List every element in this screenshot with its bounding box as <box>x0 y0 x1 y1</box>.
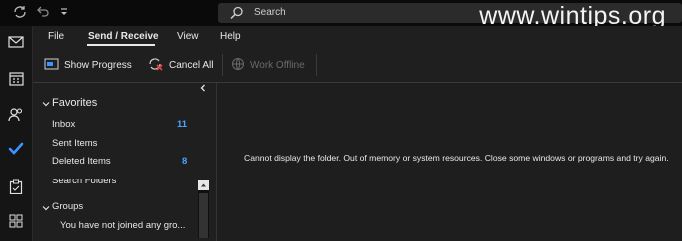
calendar-icon[interactable] <box>6 68 26 88</box>
deleted-unread-count: 8 <box>182 156 188 167</box>
tasks-check-icon[interactable] <box>6 139 26 159</box>
tab-help[interactable]: Help <box>220 31 241 42</box>
favorites-header[interactable]: Favorites <box>52 97 97 109</box>
quick-access-dropdown-icon[interactable] <box>59 7 69 20</box>
clipboard-icon[interactable] <box>6 176 26 196</box>
ribbon-separator <box>222 54 223 76</box>
active-tab-indicator <box>87 44 155 46</box>
cancel-all-button[interactable]: Cancel All <box>148 56 213 74</box>
mail-icon[interactable] <box>6 32 26 52</box>
scroll-thumb[interactable] <box>199 193 208 238</box>
tab-view[interactable]: View <box>177 31 199 42</box>
scroll-up-button[interactable] <box>198 180 209 190</box>
tab-send-receive[interactable]: Send / Receive <box>88 31 159 42</box>
inbox-unread-count: 11 <box>177 119 188 130</box>
work-offline-button[interactable]: Work Offline <box>231 56 305 74</box>
folder-inbox[interactable]: Inbox <box>52 119 75 130</box>
people-icon[interactable] <box>6 104 26 124</box>
globe-icon <box>231 57 245 74</box>
show-progress-button[interactable]: Show Progress <box>44 56 132 74</box>
collapse-pane-icon[interactable] <box>199 84 207 95</box>
folder-search-folders[interactable]: Search Folders <box>52 179 116 186</box>
search-icon <box>230 6 244 23</box>
groups-empty-message: You have not joined any gro... <box>60 220 186 231</box>
cancel-all-label: Cancel All <box>169 59 214 71</box>
undo-icon[interactable] <box>36 5 50 22</box>
show-progress-icon <box>44 58 59 73</box>
tab-file[interactable]: File <box>48 31 64 42</box>
ribbon-separator <box>316 54 317 76</box>
chevron-down-icon[interactable] <box>42 204 50 215</box>
show-progress-label: Show Progress <box>64 59 132 71</box>
error-message: Cannot display the folder. Out of memory… <box>244 153 669 163</box>
search-placeholder: Search <box>254 7 286 18</box>
work-offline-label: Work Offline <box>250 59 305 71</box>
groups-header[interactable]: Groups <box>52 201 83 212</box>
app-bar <box>0 26 33 241</box>
title-bar: Search www.wintips.org <box>0 0 682 30</box>
sync-icon[interactable] <box>13 5 27 22</box>
ribbon: File Send / Receive View Help Show Progr… <box>33 26 682 82</box>
folder-pane: Favorites Inbox 11 Sent Items Deleted It… <box>33 83 217 241</box>
folder-deleted-items[interactable]: Deleted Items <box>52 156 111 167</box>
chevron-down-icon[interactable] <box>42 100 50 111</box>
cancel-all-icon <box>148 57 164 74</box>
folder-sent-items[interactable]: Sent Items <box>52 138 97 149</box>
folder-scrollbar[interactable] <box>198 180 209 238</box>
apps-icon[interactable] <box>6 211 26 231</box>
